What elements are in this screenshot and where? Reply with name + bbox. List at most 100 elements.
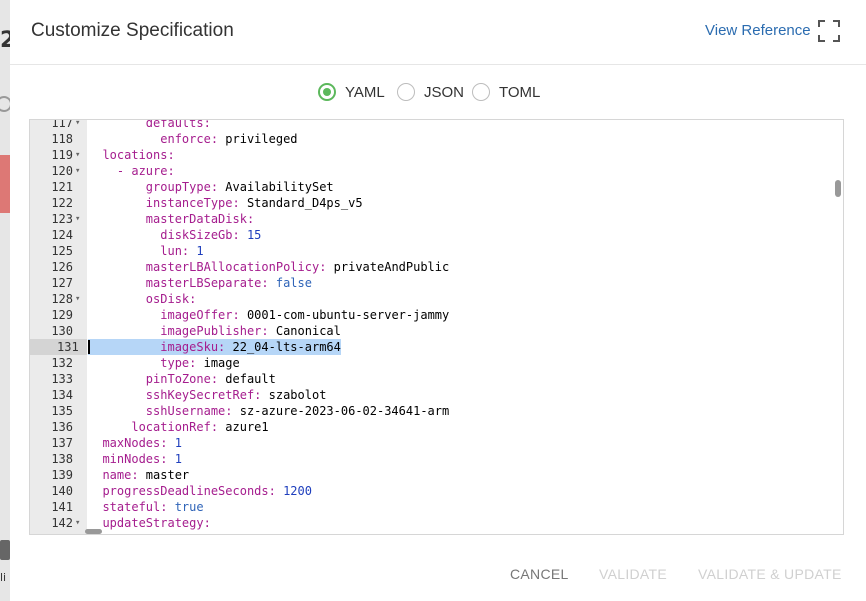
yaml-value: 0001-com-ubuntu-server-jammy <box>246 308 450 322</box>
radio-json[interactable]: JSON <box>397 83 464 101</box>
yaml-key: imagePublisher: <box>88 324 276 338</box>
code-line[interactable]: 142 ▾ updateStrategy: <box>30 515 843 531</box>
yaml-value: privateAndPublic <box>333 260 450 274</box>
code-line[interactable]: 140 progressDeadlineSeconds: 1200 <box>30 483 843 499</box>
code-editor[interactable]: 117 ▾ defaults: 118 enforce: privileged 119… <box>29 119 844 535</box>
code-line[interactable]: 125 lun: 1 <box>30 243 843 259</box>
line-number: 129 <box>51 308 73 322</box>
line-number: 125 <box>51 244 73 258</box>
code-line[interactable]: 121 groupType: AvailabilitySet <box>30 179 843 195</box>
yaml-key: lun: <box>88 244 197 258</box>
code-line[interactable]: 134 sshKeySecretRef: szabolot <box>30 387 843 403</box>
yaml-value: 1200 <box>283 484 312 498</box>
fold-toggle-icon[interactable]: ▾ <box>75 515 80 531</box>
code-line[interactable]: 131 imageSku: 22_04-lts-arm64 <box>30 339 843 355</box>
code-text: lun: 1 <box>88 243 203 259</box>
yaml-key: sshKeySecretRef: <box>88 388 269 402</box>
code-line[interactable]: 128 ▾ osDisk: <box>30 291 843 307</box>
code-line[interactable]: 117 ▾ defaults: <box>30 119 843 131</box>
code-line[interactable]: 136 locationRef: azure1 <box>30 419 843 435</box>
yaml-value: sz-azure-2023-06-02-34641-arm <box>239 404 450 418</box>
dialog-header: Customize Specification View Reference <box>10 0 866 65</box>
line-number: 134 <box>51 388 73 402</box>
yaml-key: maxNodes: <box>88 436 175 450</box>
yaml-key: stateful: <box>88 500 175 514</box>
fold-toggle-icon[interactable]: ▾ <box>75 291 80 307</box>
fold-toggle-icon[interactable]: ▾ <box>75 211 80 227</box>
yaml-key: - azure: <box>88 164 175 178</box>
line-number: 131 <box>30 339 87 355</box>
code-text: imagePublisher: Canonical <box>88 323 341 339</box>
horizontal-scrollbar[interactable] <box>85 529 102 534</box>
validate-button[interactable]: VALIDATE <box>599 566 667 582</box>
yaml-key: locations: <box>88 148 175 162</box>
fold-toggle-icon[interactable]: ▾ <box>75 147 80 163</box>
line-number: 139 <box>51 468 73 482</box>
line-number: 123 <box>51 212 73 226</box>
code-line[interactable]: 141 stateful: true <box>30 499 843 515</box>
code-text: masterLBSeparate: false <box>88 275 312 291</box>
view-reference-link[interactable]: View Reference <box>705 22 811 39</box>
background-icon <box>0 540 10 560</box>
yaml-key: updateStrategy: <box>88 516 211 530</box>
line-number: 117 <box>51 119 73 130</box>
line-number: 138 <box>51 452 73 466</box>
code-line[interactable]: 135 sshUsername: sz-azure-2023-06-02-346… <box>30 403 843 419</box>
code-text: - azure: <box>88 163 175 179</box>
line-number: 128 <box>51 292 73 306</box>
line-number: 127 <box>51 276 73 290</box>
code-line[interactable]: 122 instanceType: Standard_D4ps_v5 <box>30 195 843 211</box>
yaml-key: masterLBAllocationPolicy: <box>88 260 334 274</box>
yaml-value: szabolot <box>268 388 327 402</box>
yaml-key: diskSizeGb: <box>88 228 247 242</box>
code-line[interactable]: 137 maxNodes: 1 <box>30 435 843 451</box>
line-number: 126 <box>51 260 73 274</box>
line-number: 136 <box>51 420 73 434</box>
yaml-value: AvailabilitySet <box>225 180 334 194</box>
code-text: enforce: privileged <box>88 131 297 147</box>
background-banner <box>0 155 10 213</box>
yaml-key: masterLBSeparate: <box>88 276 276 290</box>
line-number: 142 <box>51 516 73 530</box>
yaml-key: locationRef: <box>88 420 226 434</box>
code-line[interactable]: 133 pinToZone: default <box>30 371 843 387</box>
code-line[interactable]: 126 masterLBAllocationPolicy: privateAnd… <box>30 259 843 275</box>
code-text: minNodes: 1 <box>88 451 182 467</box>
line-number: 121 <box>51 180 73 194</box>
editor-lines[interactable]: 117 ▾ defaults: 118 enforce: privileged 119… <box>30 119 843 531</box>
cancel-button[interactable]: CANCEL <box>510 566 569 582</box>
code-text: osDisk: <box>88 291 197 307</box>
yaml-key: defaults: <box>88 119 211 130</box>
code-line[interactable]: 132 type: image <box>30 355 843 371</box>
yaml-key: sshUsername: <box>88 404 240 418</box>
radio-yaml[interactable]: YAML <box>318 83 385 101</box>
line-number: 132 <box>51 356 73 370</box>
line-number: 140 <box>51 484 73 498</box>
code-line[interactable]: 120 ▾ - azure: <box>30 163 843 179</box>
code-line[interactable]: 127 masterLBSeparate: false <box>30 275 843 291</box>
validate-update-button[interactable]: VALIDATE & UPDATE <box>698 566 842 582</box>
radio-toml[interactable]: TOML <box>472 83 540 101</box>
yaml-key: minNodes: <box>88 452 175 466</box>
code-line[interactable]: 138 minNodes: 1 <box>30 451 843 467</box>
vertical-scrollbar[interactable] <box>835 180 841 197</box>
code-line[interactable]: 124 diskSizeGb: 15 <box>30 227 843 243</box>
fold-toggle-icon[interactable]: ▾ <box>75 120 80 131</box>
line-number: 135 <box>51 404 73 418</box>
dialog-footer: CANCEL VALIDATE VALIDATE & UPDATE <box>10 556 866 592</box>
code-line[interactable]: 119 ▾ locations: <box>30 147 843 163</box>
yaml-key: osDisk: <box>88 292 197 306</box>
yaml-value: 15 <box>246 228 262 242</box>
code-line[interactable]: 123 ▾ masterDataDisk: <box>30 211 843 227</box>
code-line[interactable]: 118 enforce: privileged <box>30 131 843 147</box>
code-line[interactable]: 139 name: master <box>30 467 843 483</box>
code-line[interactable]: 129 imageOffer: 0001-com-ubuntu-server-j… <box>30 307 843 323</box>
code-line[interactable]: 130 imagePublisher: Canonical <box>30 323 843 339</box>
line-number: 141 <box>51 500 73 514</box>
yaml-value: true <box>174 500 204 514</box>
yaml-value: master <box>145 468 190 482</box>
fullscreen-icon[interactable] <box>818 20 840 42</box>
code-text: stateful: true <box>88 499 204 515</box>
fold-toggle-icon[interactable]: ▾ <box>75 163 80 179</box>
radio-selected-icon <box>318 83 336 101</box>
